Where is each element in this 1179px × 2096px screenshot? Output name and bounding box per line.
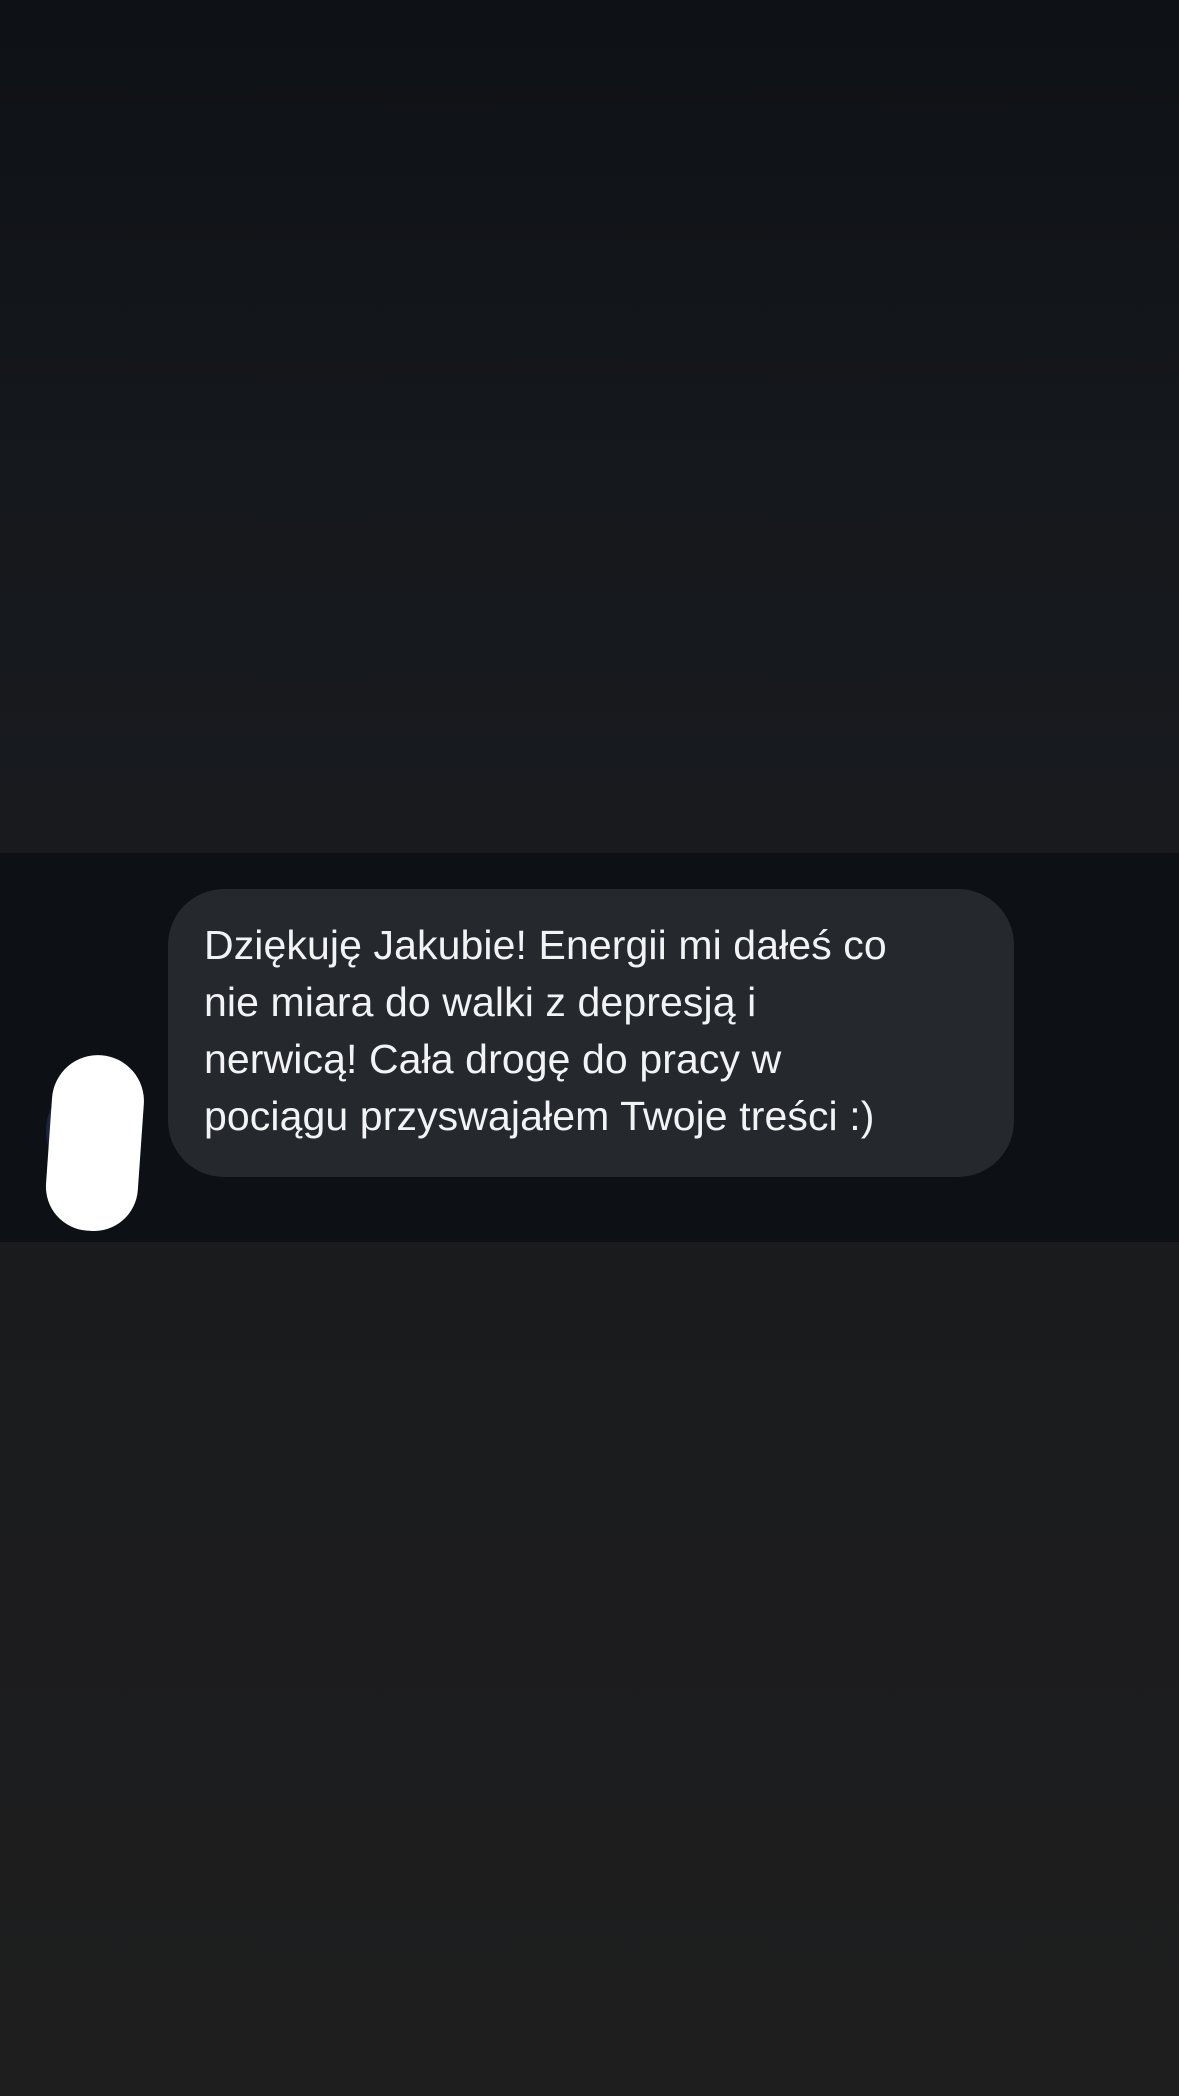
avatar-redaction-mark [42, 1052, 148, 1234]
chat-screen: Dziękuję Jakubie! Energii mi dałeś co ni… [0, 0, 1179, 2096]
chat-background-bottom [0, 1242, 1179, 2096]
chat-background-top [0, 0, 1179, 853]
message-bubble[interactable]: Dziękuję Jakubie! Energii mi dałeś co ni… [168, 889, 1014, 1177]
message-text: Dziękuję Jakubie! Energii mi dałeś co ni… [204, 917, 984, 1145]
message-line: nie miara do walki z depresją i [204, 979, 757, 1025]
message-line: Dziękuję Jakubie! Energii mi dałeś co [204, 922, 887, 968]
message-line: nerwicą! Cała drogę do pracy w [204, 1036, 782, 1082]
message-line: pociągu przyswajałem Twoje treści :) [204, 1093, 875, 1139]
